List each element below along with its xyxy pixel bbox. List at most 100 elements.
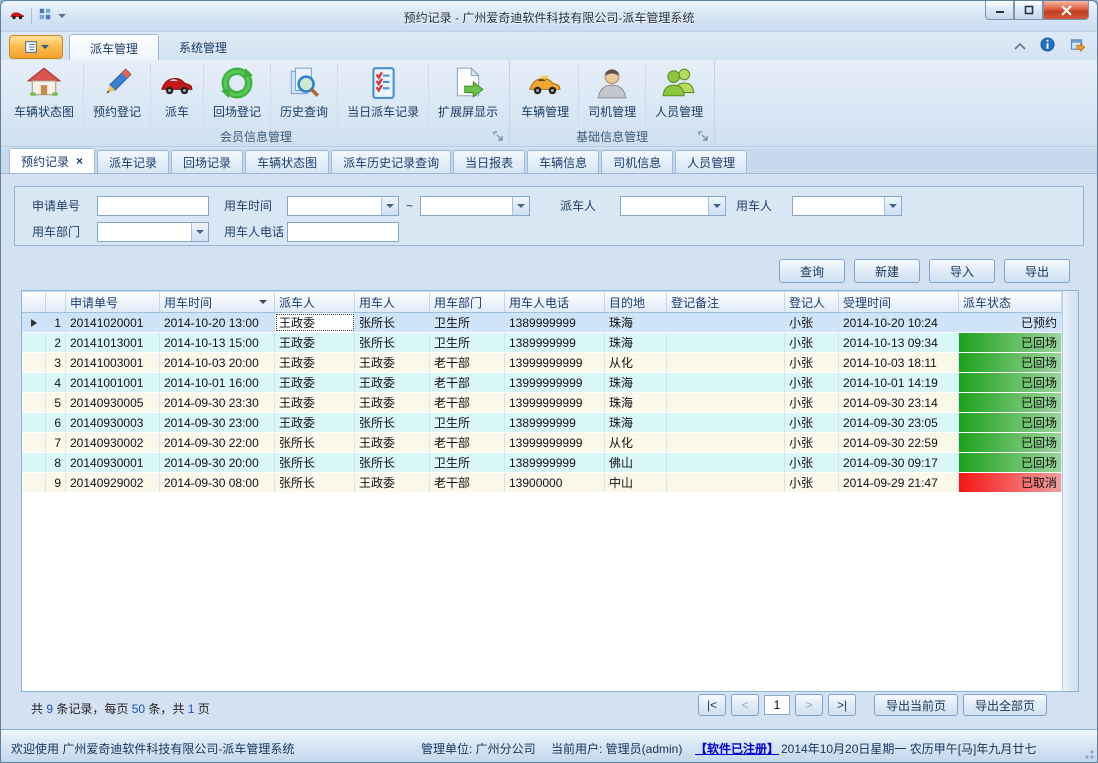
cell-status[interactable]: 已回场 (959, 353, 1062, 372)
cell-sel[interactable] (22, 433, 46, 452)
cell-status[interactable]: 已回场 (959, 453, 1062, 472)
cell-order_no[interactable]: 20141013001 (66, 333, 160, 352)
cell-registrar[interactable]: 小张 (785, 373, 839, 392)
column-header-status[interactable]: 派车状态 (959, 292, 1062, 312)
cell-remark[interactable] (667, 313, 785, 332)
import-button[interactable]: 导入 (929, 259, 995, 283)
prev-page-button[interactable]: < (731, 694, 759, 716)
cell-remark[interactable] (667, 433, 785, 452)
cell-accept_time[interactable]: 2014-09-29 21:47 (839, 473, 959, 492)
cell-dispatcher[interactable]: 张所长 (275, 473, 355, 492)
cell-dispatcher[interactable]: 王政委 (275, 393, 355, 412)
close-button[interactable] (1043, 1, 1089, 20)
cell-sel[interactable] (22, 333, 46, 352)
cell-accept_time[interactable]: 2014-09-30 09:17 (839, 453, 959, 472)
table-row[interactable]: 7201409300022014-09-30 22:00张所长王政委老干部139… (22, 433, 1062, 453)
tab-dispatch-records[interactable]: 派车记录 (97, 150, 169, 173)
tab-reservation-records[interactable]: 预约记录× (9, 148, 95, 173)
tab-vehicle-info[interactable]: 车辆信息 (527, 150, 599, 173)
cell-dispatcher[interactable]: 张所长 (275, 433, 355, 452)
table-row[interactable]: 1201410200012014-10-20 13:00王政委张所长卫生所138… (22, 313, 1062, 333)
sort-desc-icon[interactable] (259, 300, 267, 304)
cell-remark[interactable] (667, 453, 785, 472)
cell-num[interactable]: 3 (46, 353, 66, 372)
cell-user[interactable]: 张所长 (355, 453, 430, 472)
cell-dispatcher[interactable]: 王政委 (275, 373, 355, 392)
cell-dept[interactable]: 卫生所 (430, 313, 505, 332)
cell-destination[interactable]: 佛山 (605, 453, 667, 472)
cell-sel[interactable] (22, 453, 46, 472)
cell-accept_time[interactable]: 2014-10-20 10:24 (839, 313, 959, 332)
style-switch-icon[interactable] (1069, 37, 1085, 55)
cell-dispatcher[interactable]: 王政委 (275, 413, 355, 432)
cell-order_no[interactable]: 20140930002 (66, 433, 160, 452)
table-row[interactable]: 3201410030012014-10-03 20:00王政委王政委老干部139… (22, 353, 1062, 373)
table-row[interactable]: 2201410130012014-10-13 15:00王政委张所长卫生所138… (22, 333, 1062, 353)
cell-accept_time[interactable]: 2014-10-13 09:34 (839, 333, 959, 352)
cell-use_time[interactable]: 2014-09-30 22:00 (160, 433, 275, 452)
tab-daily-report[interactable]: 当日报表 (453, 150, 525, 173)
registered-link[interactable]: 【软件已注册】 (695, 740, 779, 757)
cell-use_time[interactable]: 2014-10-03 20:00 (160, 353, 275, 372)
vehicle-mgmt-button[interactable]: 车辆管理 (512, 63, 579, 127)
cell-destination[interactable]: 珠海 (605, 373, 667, 392)
cell-dispatcher[interactable]: 王政委 (275, 333, 355, 352)
cell-num[interactable]: 4 (46, 373, 66, 392)
cell-destination[interactable]: 从化 (605, 353, 667, 372)
cell-phone[interactable]: 1389999999 (505, 413, 605, 432)
cell-sel[interactable] (22, 393, 46, 412)
cell-order_no[interactable]: 20140930001 (66, 453, 160, 472)
cell-phone[interactable]: 1389999999 (505, 313, 605, 332)
query-button[interactable]: 查询 (779, 259, 845, 283)
cell-num[interactable]: 5 (46, 393, 66, 412)
cell-dispatcher[interactable]: 王政委 (275, 353, 355, 372)
info-icon[interactable] (1040, 37, 1055, 55)
cell-order_no[interactable]: 20141020001 (66, 313, 160, 332)
cell-use_time[interactable]: 2014-09-30 08:00 (160, 473, 275, 492)
tab-return-records[interactable]: 回场记录 (171, 150, 243, 173)
minimize-button[interactable] (985, 1, 1014, 20)
cell-num[interactable]: 7 (46, 433, 66, 452)
cell-num[interactable]: 8 (46, 453, 66, 472)
cell-user[interactable]: 王政委 (355, 373, 430, 392)
cell-sel[interactable] (22, 353, 46, 372)
cell-status[interactable]: 已回场 (959, 333, 1062, 352)
cell-registrar[interactable]: 小张 (785, 453, 839, 472)
cell-dispatcher[interactable]: 王政委 (275, 313, 355, 332)
vertical-scrollbar[interactable] (1062, 291, 1078, 691)
return-register-button[interactable]: 回场登记 (204, 63, 271, 127)
cell-dept[interactable]: 老干部 (430, 473, 505, 492)
cell-destination[interactable]: 珠海 (605, 413, 667, 432)
resize-grip-icon[interactable] (1082, 747, 1094, 759)
tab-close-icon[interactable]: × (76, 156, 83, 166)
cell-accept_time[interactable]: 2014-09-30 23:05 (839, 413, 959, 432)
cell-accept_time[interactable]: 2014-09-30 23:14 (839, 393, 959, 412)
driver-mgmt-button[interactable]: 司机管理 (579, 63, 646, 127)
cell-remark[interactable] (667, 353, 785, 372)
cell-user[interactable]: 张所长 (355, 313, 430, 332)
user-combo[interactable] (792, 196, 902, 216)
cell-num[interactable]: 9 (46, 473, 66, 492)
cell-registrar[interactable]: 小张 (785, 413, 839, 432)
tab-personnel-mgmt[interactable]: 人员管理 (675, 150, 747, 173)
cell-destination[interactable]: 珠海 (605, 393, 667, 412)
column-header-remark[interactable]: 登记备注 (667, 292, 785, 312)
tab-driver-info[interactable]: 司机信息 (601, 150, 673, 173)
daily-dispatch-records-button[interactable]: 当日派车记录 (338, 63, 429, 127)
cell-user[interactable]: 王政委 (355, 473, 430, 492)
table-row[interactable]: 6201409300032014-09-30 23:00王政委张所长卫生所138… (22, 413, 1062, 433)
cell-phone[interactable]: 1389999999 (505, 453, 605, 472)
dispatch-button[interactable]: 派车 (151, 63, 204, 127)
ribbon-tab-系统管理[interactable]: 系统管理 (159, 34, 247, 60)
cell-remark[interactable] (667, 393, 785, 412)
cell-registrar[interactable]: 小张 (785, 433, 839, 452)
cell-use_time[interactable]: 2014-10-20 13:00 (160, 313, 275, 332)
column-header-num[interactable] (46, 292, 66, 312)
dialog-launcher-icon[interactable] (493, 131, 505, 143)
last-page-button[interactable]: >| (828, 694, 856, 716)
cell-status[interactable]: 已回场 (959, 373, 1062, 392)
order-no-input[interactable] (97, 196, 209, 216)
cell-remark[interactable] (667, 333, 785, 352)
cell-phone[interactable]: 13999999999 (505, 393, 605, 412)
cell-use_time[interactable]: 2014-10-13 15:00 (160, 333, 275, 352)
